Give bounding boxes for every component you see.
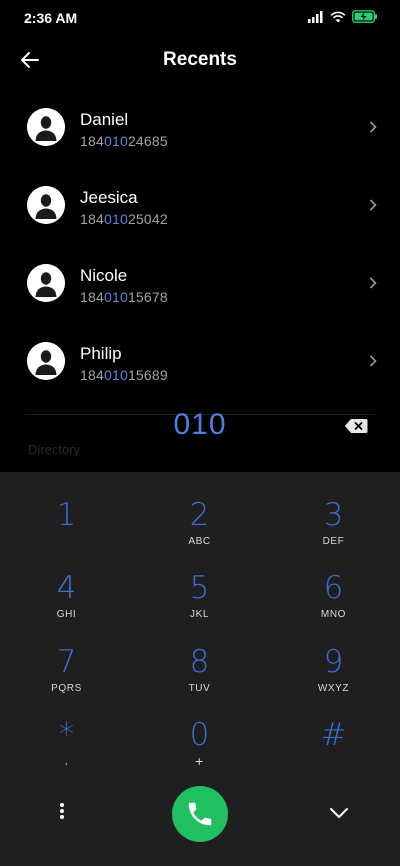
key-digit: 8 xyxy=(189,644,210,680)
dial-input[interactable]: 010 xyxy=(0,408,400,442)
contact-name: Jeesica xyxy=(80,188,138,207)
chevron-right-icon xyxy=(369,121,377,133)
contact-number: 18401015689 xyxy=(80,367,168,383)
person-icon xyxy=(27,186,65,224)
key-letters: JKL xyxy=(189,609,210,620)
contact-name: Nicole xyxy=(80,266,128,285)
contact-row[interactable]: Nicole 18401015678 xyxy=(0,244,400,322)
contact-row[interactable]: Daniel 18401024685 xyxy=(0,88,400,166)
key-digit: 6 xyxy=(323,570,344,606)
key-digit: 5 xyxy=(189,570,210,606)
person-icon xyxy=(27,264,65,302)
key-digit: 1 xyxy=(56,497,77,533)
contact-number: 18401024685 xyxy=(80,133,168,149)
contact-number: 18401025042 xyxy=(80,211,168,227)
key-letters: GHI xyxy=(56,609,77,620)
key-0[interactable]: 0 + xyxy=(133,718,266,790)
key-letters: , xyxy=(64,756,69,767)
person-icon xyxy=(27,108,65,146)
key-letters: + xyxy=(195,753,204,769)
match-highlight: 010 xyxy=(103,367,128,383)
contact-list: Daniel 18401024685 Jeesica 18401025042 N… xyxy=(0,88,400,400)
key-letters: MNO xyxy=(320,609,347,620)
key-7[interactable]: 7 PQRS xyxy=(0,645,133,717)
key-digit: 0 xyxy=(189,717,210,753)
key-digit: 3 xyxy=(323,497,344,533)
person-icon xyxy=(27,342,65,380)
key-1[interactable]: 1 xyxy=(0,498,133,570)
more-vertical-icon[interactable] xyxy=(50,798,74,826)
key-digit: # xyxy=(320,717,347,753)
avatar xyxy=(27,108,65,146)
key-letters: DEF xyxy=(322,536,345,547)
match-highlight: 010 xyxy=(103,289,128,305)
call-button[interactable] xyxy=(172,786,228,842)
chevron-right-icon xyxy=(369,277,377,289)
key-6[interactable]: 6 MNO xyxy=(267,571,400,643)
key-star[interactable]: * , xyxy=(0,718,133,790)
key-2[interactable]: 2 ABC xyxy=(133,498,266,570)
key-5[interactable]: 5 JKL xyxy=(133,571,266,643)
avatar xyxy=(27,186,65,224)
status-icons xyxy=(308,10,378,23)
match-highlight: 010 xyxy=(103,211,128,227)
key-digit: 9 xyxy=(323,644,344,680)
contact-name: Philip xyxy=(80,344,122,363)
directory-label: Directory xyxy=(28,442,81,457)
key-4[interactable]: 4 GHI xyxy=(0,571,133,643)
signal-icon xyxy=(308,10,323,23)
avatar xyxy=(27,264,65,302)
key-letters: PQRS xyxy=(51,683,82,694)
chevron-right-icon xyxy=(369,355,377,367)
status-bar: 2:36 AM xyxy=(0,0,400,36)
avatar xyxy=(27,342,65,380)
key-3[interactable]: 3 DEF xyxy=(267,498,400,570)
wifi-icon xyxy=(330,11,346,22)
header: Recents xyxy=(0,36,400,84)
chevron-right-icon xyxy=(369,199,377,211)
key-digit: 2 xyxy=(189,497,210,533)
page-title: Recents xyxy=(163,49,237,70)
chevron-down-icon[interactable] xyxy=(326,800,352,826)
contact-row[interactable]: Philip 18401015689 xyxy=(0,322,400,400)
bottom-bar xyxy=(0,782,400,842)
backspace-icon[interactable] xyxy=(344,418,368,434)
key-digit: 7 xyxy=(56,644,77,680)
contact-name: Daniel xyxy=(80,110,129,129)
phone-icon xyxy=(188,802,212,826)
key-9[interactable]: 9 WXYZ xyxy=(267,645,400,717)
contact-row[interactable]: Jeesica 18401025042 xyxy=(0,166,400,244)
key-digit: * xyxy=(58,717,75,753)
key-letters: TUV xyxy=(188,683,211,694)
contact-number: 18401015678 xyxy=(80,289,168,305)
key-letters: WXYZ xyxy=(317,683,350,694)
match-highlight: 010 xyxy=(103,133,128,149)
battery-charging-icon xyxy=(352,10,377,23)
key-digit: 4 xyxy=(56,570,77,606)
key-hash[interactable]: # xyxy=(267,718,400,790)
key-letters: ABC xyxy=(188,536,211,547)
key-8[interactable]: 8 TUV xyxy=(133,645,266,717)
status-time: 2:36 AM xyxy=(24,10,78,26)
